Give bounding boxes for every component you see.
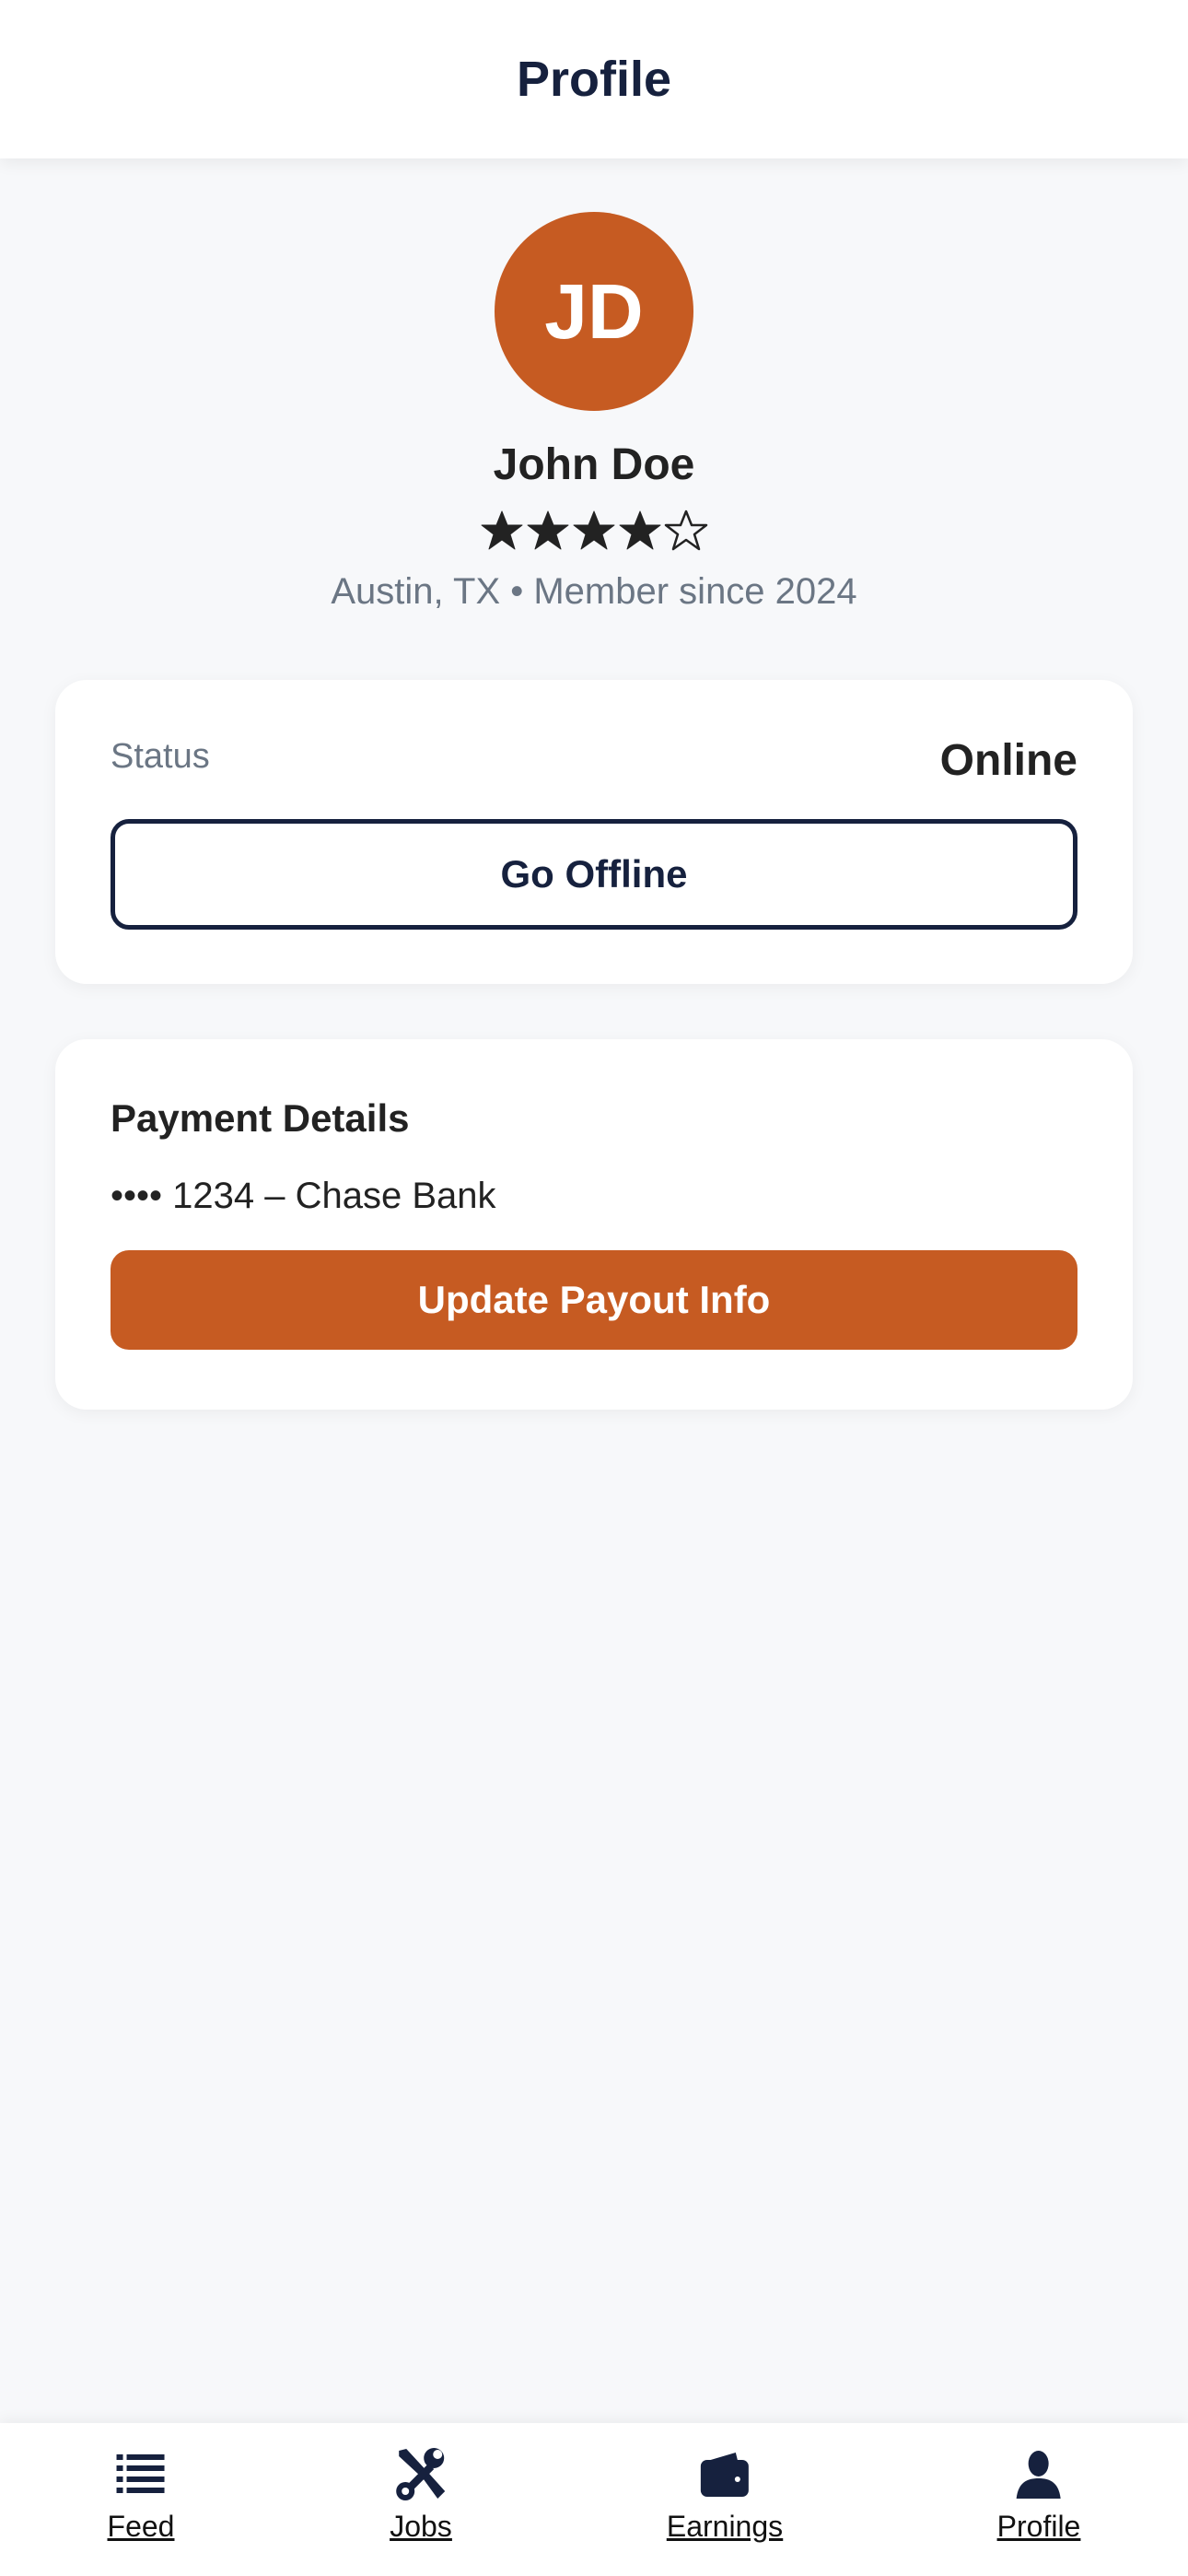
page-title: Profile — [516, 52, 672, 107]
status-row: Status Online — [111, 735, 1077, 786]
status-value: Online — [939, 736, 1077, 785]
tab-feed-label: Feed — [107, 2510, 175, 2543]
tools-icon — [396, 2448, 445, 2500]
star-filled-icon — [619, 510, 661, 550]
tab-profile-label: Profile — [996, 2510, 1081, 2543]
list-icon — [117, 2454, 165, 2493]
tab-jobs-label: Jobs — [390, 2510, 452, 2543]
profile-summary: JD John Doe Austin, TX • Member since 20… — [0, 212, 1188, 613]
tab-feed[interactable]: Feed — [107, 2445, 175, 2544]
bottom-tab-bar: Feed Jobs Earnings Profile — [0, 2423, 1188, 2576]
rating-stars — [480, 503, 708, 558]
user-name: John Doe — [493, 440, 695, 489]
tab-profile[interactable]: Profile — [996, 2445, 1081, 2544]
status-label: Status — [111, 737, 210, 776]
user-icon — [1016, 2451, 1061, 2499]
payment-details-card: Payment Details •••• 1234 – Chase Bank U… — [55, 1039, 1133, 1410]
tab-earnings-label: Earnings — [666, 2510, 784, 2543]
wallet-icon — [700, 2453, 749, 2497]
avatar: JD — [495, 212, 693, 411]
star-filled-icon — [527, 510, 569, 550]
tab-jobs[interactable]: Jobs — [390, 2445, 452, 2544]
top-bar: Profile — [0, 0, 1188, 158]
go-offline-button[interactable]: Go Offline — [111, 819, 1077, 930]
payment-details-title: Payment Details — [111, 1096, 410, 1140]
bank-account-info: •••• 1234 – Chase Bank — [111, 1176, 496, 1216]
update-payout-button[interactable]: Update Payout Info — [111, 1250, 1077, 1350]
status-card: Status Online Go Offline — [55, 680, 1133, 984]
location-member-since: Austin, TX • Member since 2024 — [331, 570, 857, 612]
star-filled-icon — [573, 510, 615, 550]
tab-earnings[interactable]: Earnings — [667, 2445, 783, 2544]
star-filled-icon — [481, 510, 523, 550]
star-empty-icon — [664, 509, 708, 550]
profile-screen: Profile JD John Doe Austin, TX • Member … — [0, 0, 1188, 2576]
